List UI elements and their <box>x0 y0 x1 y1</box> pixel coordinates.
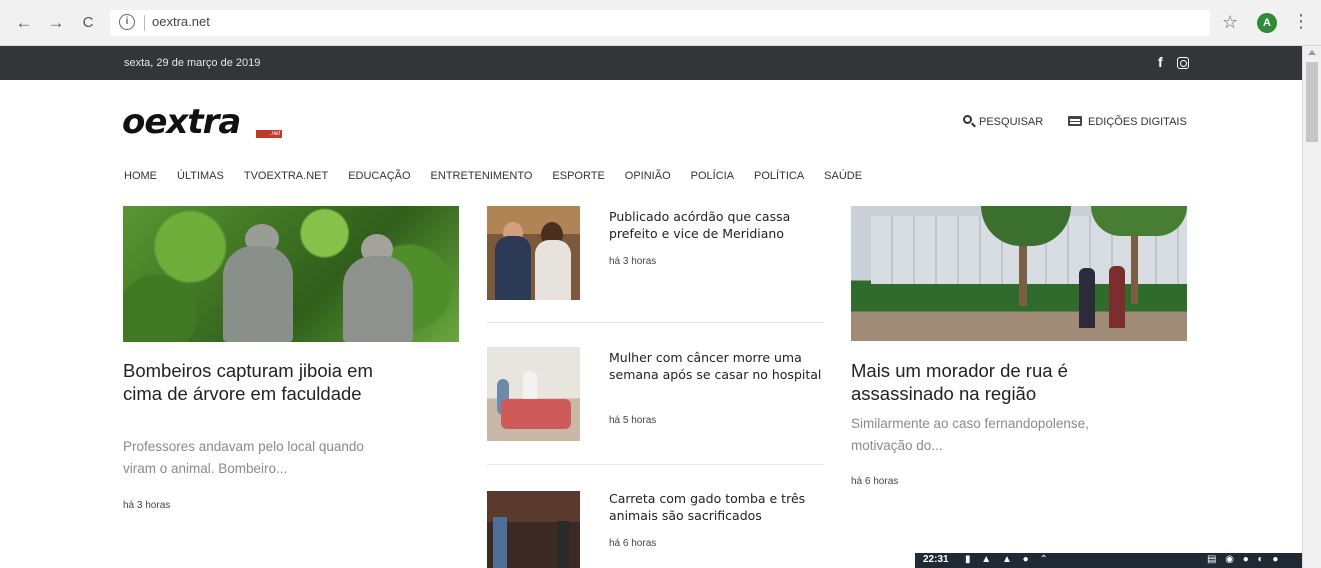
address-bar[interactable] <box>110 10 1210 36</box>
site-topbar: sexta, 29 de março de 2019 f <box>0 46 1302 80</box>
search-link[interactable]: PESQUISAR <box>979 116 1043 128</box>
browser-menu-icon[interactable]: ⋮ <box>1292 12 1310 30</box>
featured-left-image[interactable] <box>123 206 459 342</box>
account-avatar-icon[interactable]: A <box>1257 13 1277 33</box>
featured-left-summary: Professores andavam pelo local quando vi… <box>123 439 364 476</box>
system-taskbar: 22:31 ▮ ▲ ▲ ● ⌃ ▤ ◉ ● ◐ ● <box>915 553 1302 568</box>
site-logo[interactable]: oextra <box>122 102 241 142</box>
scrollbar-thumb[interactable] <box>1306 62 1318 142</box>
taskbar-clock: 22:31 <box>923 554 949 565</box>
nav-item-educacao[interactable]: EDUCAÇÃO <box>348 170 410 182</box>
address-separator <box>144 15 145 31</box>
taskbar-tray-icons[interactable]: ▤ ◉ ● ◐ ● <box>1207 554 1281 565</box>
url-text[interactable]: oextra.net <box>152 14 210 29</box>
logo-suffix: .net <box>256 130 282 138</box>
list-item-image[interactable] <box>487 206 580 300</box>
list-item-title[interactable]: Mulher com câncer morre uma semana após … <box>609 349 824 383</box>
taskbar-status-icons[interactable]: ▮ ▲ ▲ ● ⌃ <box>965 554 1052 565</box>
featured-right-image[interactable] <box>851 206 1187 341</box>
nav-item-opiniao[interactable]: OPINIÃO <box>625 170 671 182</box>
list-item-title[interactable]: Carreta com gado tomba e três animais sã… <box>609 490 824 524</box>
nav-item-home[interactable]: HOME <box>124 170 157 182</box>
list-item-time: há 5 horas <box>609 415 657 426</box>
nav-item-ultimas[interactable]: ÚLTIMAS <box>177 170 224 182</box>
browser-toolbar: ← → C i oextra.net ☆ A ⋮ <box>0 0 1321 46</box>
search-icon[interactable] <box>963 115 972 124</box>
scroll-up-arrow-icon[interactable] <box>1308 50 1316 55</box>
facebook-icon[interactable]: f <box>1158 54 1163 70</box>
page-scrollbar[interactable] <box>1302 46 1321 568</box>
nav-item-entretenimento[interactable]: ENTRETENIMENTO <box>431 170 533 182</box>
featured-right-time: há 6 horas <box>851 476 899 487</box>
main-nav: HOME ÚLTIMAS TVOEXTRA.NET EDUCAÇÃO ENTRE… <box>124 170 882 182</box>
bookmark-star-icon[interactable]: ☆ <box>1222 12 1238 33</box>
current-date: sexta, 29 de março de 2019 <box>124 57 261 69</box>
list-item-time: há 3 horas <box>609 256 657 267</box>
nav-item-esporte[interactable]: ESPORTE <box>552 170 604 182</box>
nav-item-saude[interactable]: SAÚDE <box>824 170 862 182</box>
newspaper-icon[interactable] <box>1068 116 1082 126</box>
reload-icon[interactable]: C <box>78 13 98 33</box>
featured-left-time: há 3 horas <box>123 500 171 511</box>
featured-right-title[interactable]: Mais um morador de rua é assassinado na … <box>851 359 1111 405</box>
list-item-image[interactable] <box>487 491 580 568</box>
list-item-time: há 6 horas <box>609 538 657 549</box>
featured-right-summary: Similarmente ao caso fernandopolense, mo… <box>851 416 1089 453</box>
featured-left-title[interactable]: Bombeiros capturam jiboia em cima de árv… <box>123 359 373 405</box>
site-info-icon[interactable]: i <box>119 14 135 30</box>
instagram-icon[interactable] <box>1177 57 1189 69</box>
nav-item-politica[interactable]: POLÍTICA <box>754 170 804 182</box>
list-item-image[interactable] <box>487 347 580 441</box>
nav-item-policia[interactable]: POLÍCIA <box>691 170 734 182</box>
digital-editions-link[interactable]: EDIÇÕES DIGITAIS <box>1088 116 1187 128</box>
forward-arrow-icon[interactable]: → <box>46 13 66 33</box>
list-divider <box>487 322 824 323</box>
back-arrow-icon[interactable]: ← <box>14 13 34 33</box>
list-divider <box>487 464 824 465</box>
nav-item-tvoextra[interactable]: TVOEXTRA.NET <box>244 170 328 182</box>
list-item-title[interactable]: Publicado acórdão que cassa prefeito e v… <box>609 208 824 242</box>
